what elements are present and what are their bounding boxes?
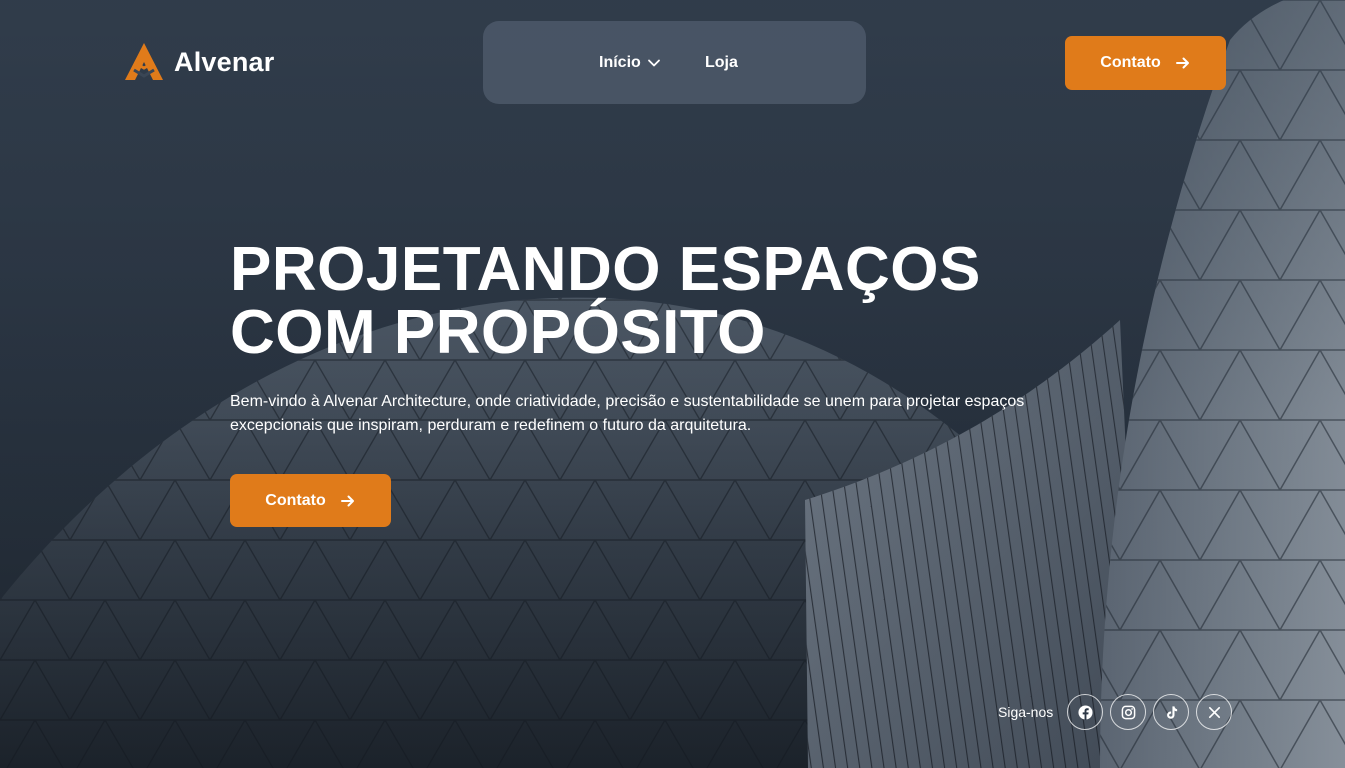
hero-headline-line2: COM PROPÓSITO bbox=[230, 298, 766, 367]
hero-description: Bem-vindo à Alvenar Architecture, onde c… bbox=[230, 393, 1025, 434]
nav-item-loja[interactable]: Loja bbox=[705, 54, 738, 72]
arrow-right-icon bbox=[340, 495, 354, 506]
brand-logo[interactable]: Alvenar bbox=[122, 40, 274, 84]
hero-section: Alvenar Início Loja Contato PROJETANDO E… bbox=[0, 0, 1345, 768]
hero-headline-line1: PROJETANDO ESPAÇOS bbox=[230, 235, 981, 304]
header-contact-button[interactable]: Contato bbox=[1065, 36, 1226, 90]
brand-name: Alvenar bbox=[174, 46, 275, 77]
x-icon bbox=[1208, 706, 1220, 718]
main-nav bbox=[483, 21, 866, 104]
arrow-right-icon bbox=[1175, 57, 1189, 69]
hero-overlay bbox=[0, 0, 1345, 768]
header-contact-label: Contato bbox=[1100, 54, 1161, 71]
nav-item-inicio[interactable]: Início bbox=[599, 54, 661, 72]
hero-contact-button[interactable]: Contato bbox=[230, 474, 391, 527]
nav-item-label: Loja bbox=[705, 54, 738, 71]
social-label: Siga-nos bbox=[998, 704, 1054, 720]
nav-item-label: Início bbox=[599, 54, 641, 71]
tiktok-link[interactable] bbox=[1153, 694, 1190, 730]
chevron-down-icon bbox=[647, 59, 660, 67]
logo-mark-icon bbox=[125, 43, 163, 80]
facebook-link[interactable] bbox=[1067, 694, 1104, 730]
hero-contact-label: Contato bbox=[265, 491, 326, 509]
x-link[interactable] bbox=[1196, 694, 1233, 730]
instagram-icon bbox=[1121, 705, 1136, 719]
hero-headline: PROJETANDO ESPAÇOS COM PROPÓSITO bbox=[230, 238, 1130, 364]
instagram-link[interactable] bbox=[1110, 694, 1147, 730]
facebook-icon bbox=[1078, 704, 1093, 720]
social-links: Siga-nos bbox=[998, 694, 1239, 730]
tiktok-icon bbox=[1166, 705, 1177, 719]
